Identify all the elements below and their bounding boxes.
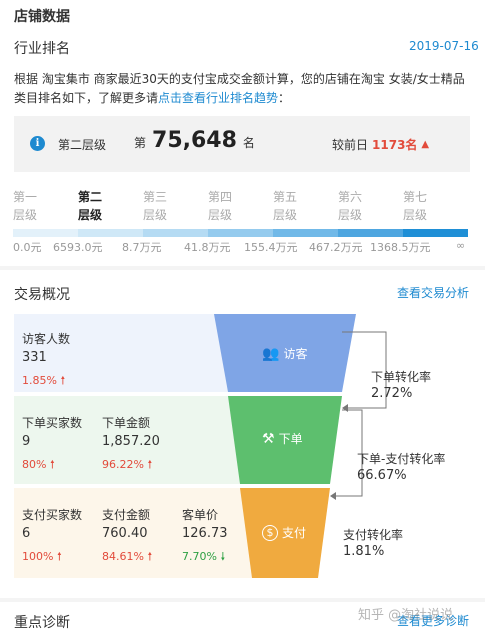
- level-6-line2: 层级: [338, 208, 363, 222]
- threshold-tick: ∞: [456, 239, 466, 252]
- level-2-line1: 第二: [78, 190, 103, 204]
- funnel-visit-label: 👥 访客: [262, 345, 307, 362]
- desc-suffix: ：: [278, 91, 291, 105]
- level-2-line2: 层级: [78, 208, 103, 222]
- rank-description: 根据 淘宝集市 商家最近30天的支付宝成交金额计算，您的店铺在淘宝 女装/女士精…: [14, 70, 476, 108]
- level-5-line2: 层级: [273, 208, 298, 222]
- conv1-value: 2.72%: [371, 386, 413, 401]
- funnel-graphic: [214, 314, 387, 578]
- level-4-line2: 层级: [208, 208, 233, 222]
- level-bar-5: [273, 229, 338, 237]
- funnel-visit-text: 访客: [283, 347, 308, 361]
- level-1-line2: 层级: [13, 208, 38, 222]
- hammer-icon: ⚒: [262, 430, 275, 447]
- level-7-line2: 层级: [403, 208, 428, 222]
- current-level: 第二层级: [58, 138, 107, 152]
- funnel-order-label: ⚒ 下单: [262, 430, 303, 447]
- diagnosis-title: 重点诊断: [14, 615, 70, 631]
- level-bar-1: [13, 229, 78, 237]
- level-bar-7: [403, 229, 468, 237]
- level-5[interactable]: 第五 层级: [273, 188, 313, 224]
- level-4[interactable]: 第四 层级: [208, 188, 248, 224]
- industry-rank-title: 行业排名: [14, 41, 70, 57]
- threshold-tick: 6593.0元: [53, 241, 103, 254]
- level-3[interactable]: 第三 层级: [143, 188, 183, 224]
- dollar-icon: $: [262, 524, 278, 541]
- compare-value: 1173名: [372, 138, 418, 152]
- shop-data-title: 店铺数据: [14, 9, 70, 25]
- rank-description-line1: 根据 淘宝集市 商家最近30天的支付宝成交金额计算，您的店铺在淘宝 女装/女士精…: [14, 72, 465, 86]
- trade-overview-card: 交易概况 查看交易分析 访客人数 331 1.85% 🠕 下单买家数 9 80%…: [0, 270, 485, 598]
- rank-trend-link[interactable]: 点击查看行业排名趋势: [158, 91, 278, 105]
- threshold-tick: 467.2万元: [309, 241, 363, 254]
- users-icon: 👥: [262, 345, 280, 362]
- level-2[interactable]: 第二 层级: [78, 188, 118, 224]
- level-5-line1: 第五: [273, 190, 298, 204]
- conv3-label: 支付转化率: [343, 528, 404, 542]
- threshold-tick: 0.0元: [13, 241, 42, 254]
- industry-rank-card: 店铺数据 行业排名 2019-07-16 根据 淘宝集市 商家最近30天的支付宝…: [0, 0, 485, 266]
- conv3-value: 1.81%: [343, 544, 385, 559]
- level-1-line1: 第一: [13, 190, 38, 204]
- rank-value: 75,648: [152, 128, 237, 153]
- rank-summary-box: i 第二层级 第 75,648 名 较前日 1173名 ▲: [14, 116, 470, 172]
- level-bar-6: [338, 229, 403, 237]
- rank-prefix: 第: [134, 136, 147, 150]
- funnel-order-text: 下单: [278, 432, 303, 446]
- info-icon[interactable]: i: [30, 136, 45, 151]
- funnel-pay-label: $ 支付: [262, 524, 306, 541]
- level-4-line1: 第四: [208, 190, 233, 204]
- rank-number: 第 75,648 名: [134, 128, 255, 153]
- conv1-label: 下单转化率: [371, 370, 432, 384]
- rank-date: 2019-07-16: [409, 39, 479, 53]
- connector-2-arrowhead: [330, 492, 336, 500]
- connector-1-arrowhead: [342, 404, 348, 412]
- level-6[interactable]: 第六 层级: [338, 188, 378, 224]
- level-3-line2: 层级: [143, 208, 168, 222]
- level-7[interactable]: 第七 层级: [403, 188, 443, 224]
- level-bar-4: [208, 229, 273, 237]
- level-7-line1: 第七: [403, 190, 428, 204]
- funnel-pay-text: 支付: [282, 526, 307, 540]
- threshold-tick: 155.4万元: [244, 241, 298, 254]
- threshold-tick: 8.7万元: [122, 241, 162, 254]
- rank-description-line2: 类目排名如下，了解更多请点击查看行业排名趋势：: [14, 89, 476, 108]
- level-bar-3: [143, 229, 208, 237]
- watermark: 知乎 @淘社说说: [358, 608, 454, 623]
- rank-suffix: 名: [242, 136, 255, 150]
- compare-label: 较前日: [332, 138, 369, 152]
- level-6-line1: 第六: [338, 190, 363, 204]
- arrow-up-icon: ▲: [421, 139, 430, 150]
- rank-compare: 较前日 1173名 ▲: [332, 136, 429, 153]
- conv2-label: 下单-支付转化率: [357, 452, 446, 466]
- conv2-value: 66.67%: [357, 468, 407, 483]
- threshold-tick: 1368.5万元: [370, 241, 431, 254]
- desc-prefix: 类目排名如下，了解更多请: [14, 91, 159, 105]
- threshold-tick: 41.8万元: [184, 241, 231, 254]
- level-1[interactable]: 第一 层级: [13, 188, 53, 224]
- level-bar-2: [78, 229, 143, 237]
- level-3-line1: 第三: [143, 190, 168, 204]
